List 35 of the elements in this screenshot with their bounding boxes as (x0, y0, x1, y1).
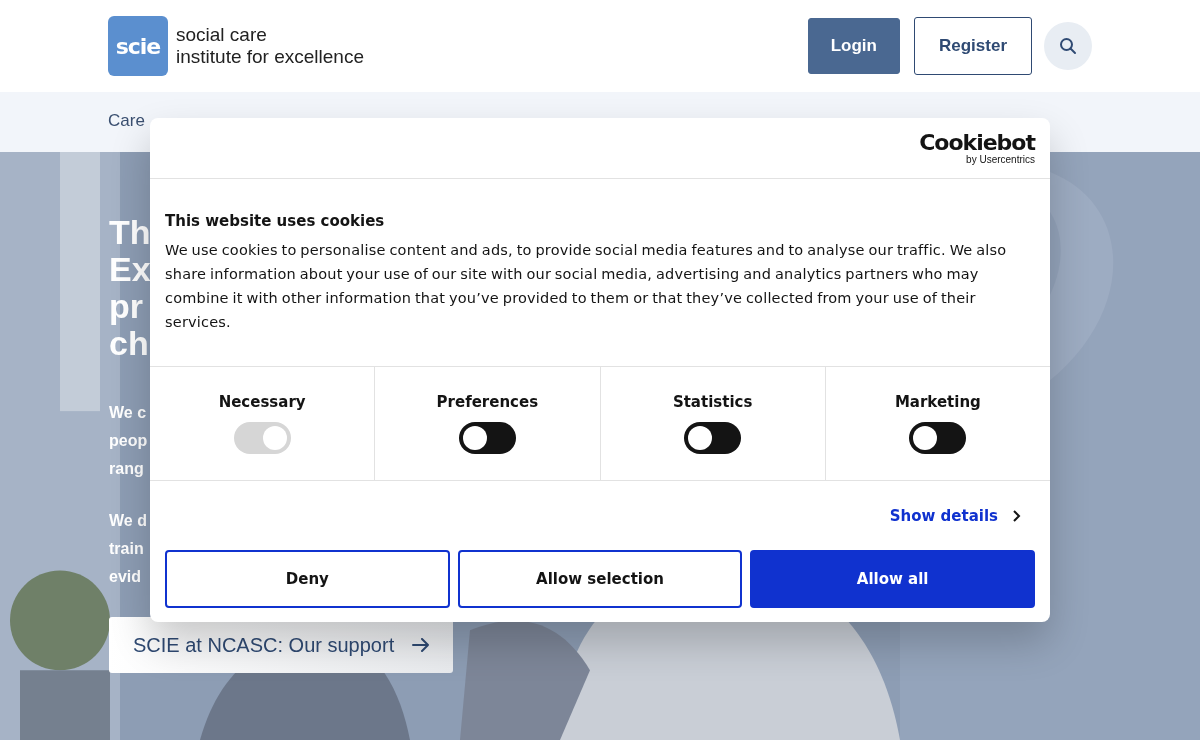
chevron-right-icon (1012, 508, 1022, 523)
hero-heading-text: ch (109, 325, 150, 362)
register-button[interactable]: Register (913, 17, 1032, 75)
hero-heading-text: pr (109, 288, 144, 325)
search-icon (1059, 37, 1077, 55)
hero-text: evid (109, 567, 142, 587)
logo-text: institute for excellence (176, 46, 364, 68)
consent-button[interactable]: Allow all (750, 550, 1035, 608)
dialog-text: We use cookies to personalise content and ads, to provide social media features and to analyse our traffic. We also share information about your use of our site with our social media, advertising and analytics partners who may combine it with other information that you’ve provided to them or that they’ve collected from your use of their services. (165, 241, 1008, 332)
consent-button[interactable]: Allow selection (457, 550, 743, 608)
search-button[interactable] (1044, 22, 1092, 70)
login-button[interactable]: Login (807, 18, 900, 74)
hero-text: We d (109, 511, 147, 531)
category-label: Preferences (436, 393, 539, 411)
brand-subtitle: by Usercentrics (966, 153, 1035, 165)
support-button[interactable]: SCIE at NCASC: Our support (109, 617, 454, 673)
consent-button[interactable]: Deny (165, 550, 450, 608)
toggle-switch[interactable] (909, 422, 967, 454)
category-label: Statistics (672, 393, 753, 411)
hero-heading-text: Th (109, 214, 151, 251)
dialog-title: This website uses cookies (165, 212, 386, 230)
hero-text: train (109, 539, 145, 559)
brand-logo: Cookiebot (919, 131, 1035, 154)
hero-text: peop (109, 431, 148, 451)
toggle-switch[interactable] (684, 422, 742, 454)
arrow-right-icon (412, 638, 430, 652)
toggle-switch[interactable] (458, 422, 516, 454)
category-label: Marketing (894, 393, 981, 411)
show-details-link[interactable]: Show details (889, 506, 1022, 525)
nav-link[interactable]: Care (108, 111, 145, 131)
logo-text: social care (176, 24, 268, 46)
category-label: Necessary (218, 393, 306, 411)
hero-text: We c (109, 403, 148, 423)
hero-text: rang (109, 459, 145, 479)
hero-heading-text: Ex (109, 251, 151, 288)
